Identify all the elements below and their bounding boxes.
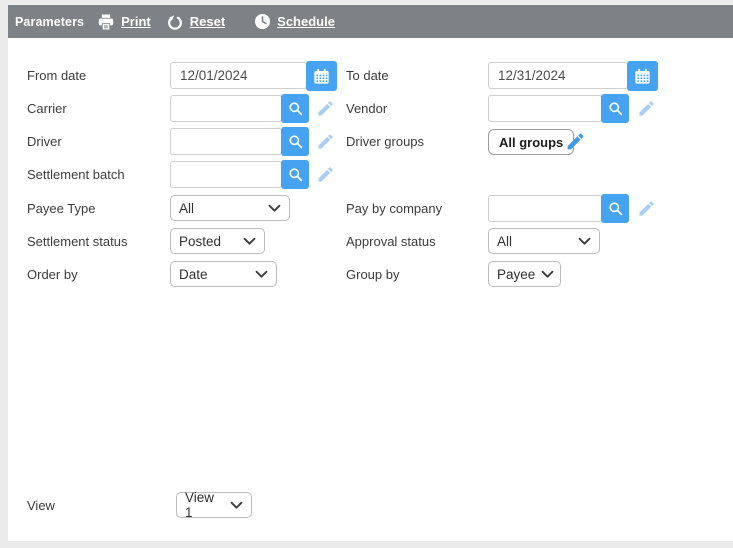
vendor-label: Vendor (346, 101, 387, 116)
group-by-value: Payee (497, 267, 535, 282)
driver-groups-edit-pencil-icon[interactable] (565, 131, 586, 152)
reset-label: Reset (190, 14, 225, 29)
carrier-edit-pencil-icon[interactable] (316, 99, 335, 118)
driver-groups-button[interactable]: All groups (488, 129, 574, 155)
print-label: Print (121, 14, 151, 29)
toolbar: Parameters Print Reset (8, 5, 733, 38)
driver-edit-pencil-icon[interactable] (316, 132, 335, 151)
order-by-select[interactable]: Date (170, 261, 277, 287)
from-date-input[interactable] (170, 62, 307, 89)
settlement-batch-label: Settlement batch (27, 167, 125, 182)
reset-button[interactable]: Reset (165, 12, 225, 32)
print-button[interactable]: Print (96, 12, 151, 32)
settlement-batch-search-button[interactable] (281, 160, 309, 189)
settlement-batch-edit-pencil-icon[interactable] (316, 165, 335, 184)
chevron-down-icon (578, 237, 591, 246)
chevron-down-icon (541, 270, 554, 279)
settlement-status-label: Settlement status (27, 234, 127, 249)
driver-groups-label: Driver groups (346, 134, 424, 149)
carrier-input[interactable] (170, 95, 282, 122)
order-by-value: Date (179, 267, 208, 282)
driver-search-button[interactable] (281, 127, 309, 156)
clock-icon (253, 12, 272, 31)
chevron-down-icon (230, 501, 243, 510)
settlement-batch-input[interactable] (170, 161, 282, 188)
schedule-label: Schedule (277, 14, 335, 29)
view-value: View 1 (185, 490, 224, 520)
to-date-label: To date (346, 68, 389, 83)
search-icon (287, 166, 304, 183)
reset-icon (165, 12, 185, 32)
payee-type-value: All (179, 201, 194, 216)
settlement-status-value: Posted (179, 234, 221, 249)
driver-label: Driver (27, 134, 62, 149)
vendor-edit-pencil-icon[interactable] (637, 99, 656, 118)
chevron-down-icon (268, 204, 281, 213)
view-label: View (27, 498, 55, 513)
search-icon (287, 100, 304, 117)
pay-by-company-input[interactable] (488, 195, 602, 222)
search-icon (607, 200, 624, 217)
search-icon (287, 133, 304, 150)
settlement-parameters-panel: Parameters Print Reset (0, 0, 733, 548)
from-date-label: From date (27, 68, 86, 83)
settlement-status-select[interactable]: Posted (170, 228, 265, 254)
chevron-down-icon (255, 270, 268, 279)
to-date-calendar-button[interactable] (627, 61, 658, 91)
vendor-input[interactable] (488, 95, 602, 122)
approval-status-value: All (497, 234, 512, 249)
payee-type-label: Payee Type (27, 201, 95, 216)
calendar-icon (633, 67, 652, 86)
printer-icon (96, 12, 116, 32)
pay-by-company-label: Pay by company (346, 201, 442, 216)
view-select[interactable]: View 1 (176, 492, 252, 518)
chevron-down-icon (243, 237, 256, 246)
vendor-search-button[interactable] (601, 94, 629, 123)
approval-status-label: Approval status (346, 234, 436, 249)
search-icon (607, 100, 624, 117)
payee-type-select[interactable]: All (170, 195, 290, 221)
to-date-input[interactable] (488, 62, 628, 89)
calendar-icon (312, 67, 331, 86)
order-by-label: Order by (27, 267, 78, 282)
carrier-search-button[interactable] (281, 94, 309, 123)
pay-by-company-edit-pencil-icon[interactable] (637, 199, 656, 218)
bottom-margin (0, 541, 733, 548)
left-margin (0, 0, 8, 548)
approval-status-select[interactable]: All (488, 228, 600, 254)
schedule-button[interactable]: Schedule (253, 12, 335, 31)
group-by-select[interactable]: Payee (488, 261, 561, 287)
group-by-label: Group by (346, 267, 399, 282)
driver-input[interactable] (170, 128, 282, 155)
carrier-label: Carrier (27, 101, 67, 116)
pay-by-company-search-button[interactable] (601, 194, 629, 223)
from-date-calendar-button[interactable] (306, 61, 337, 91)
panel-title: Parameters (15, 15, 84, 29)
